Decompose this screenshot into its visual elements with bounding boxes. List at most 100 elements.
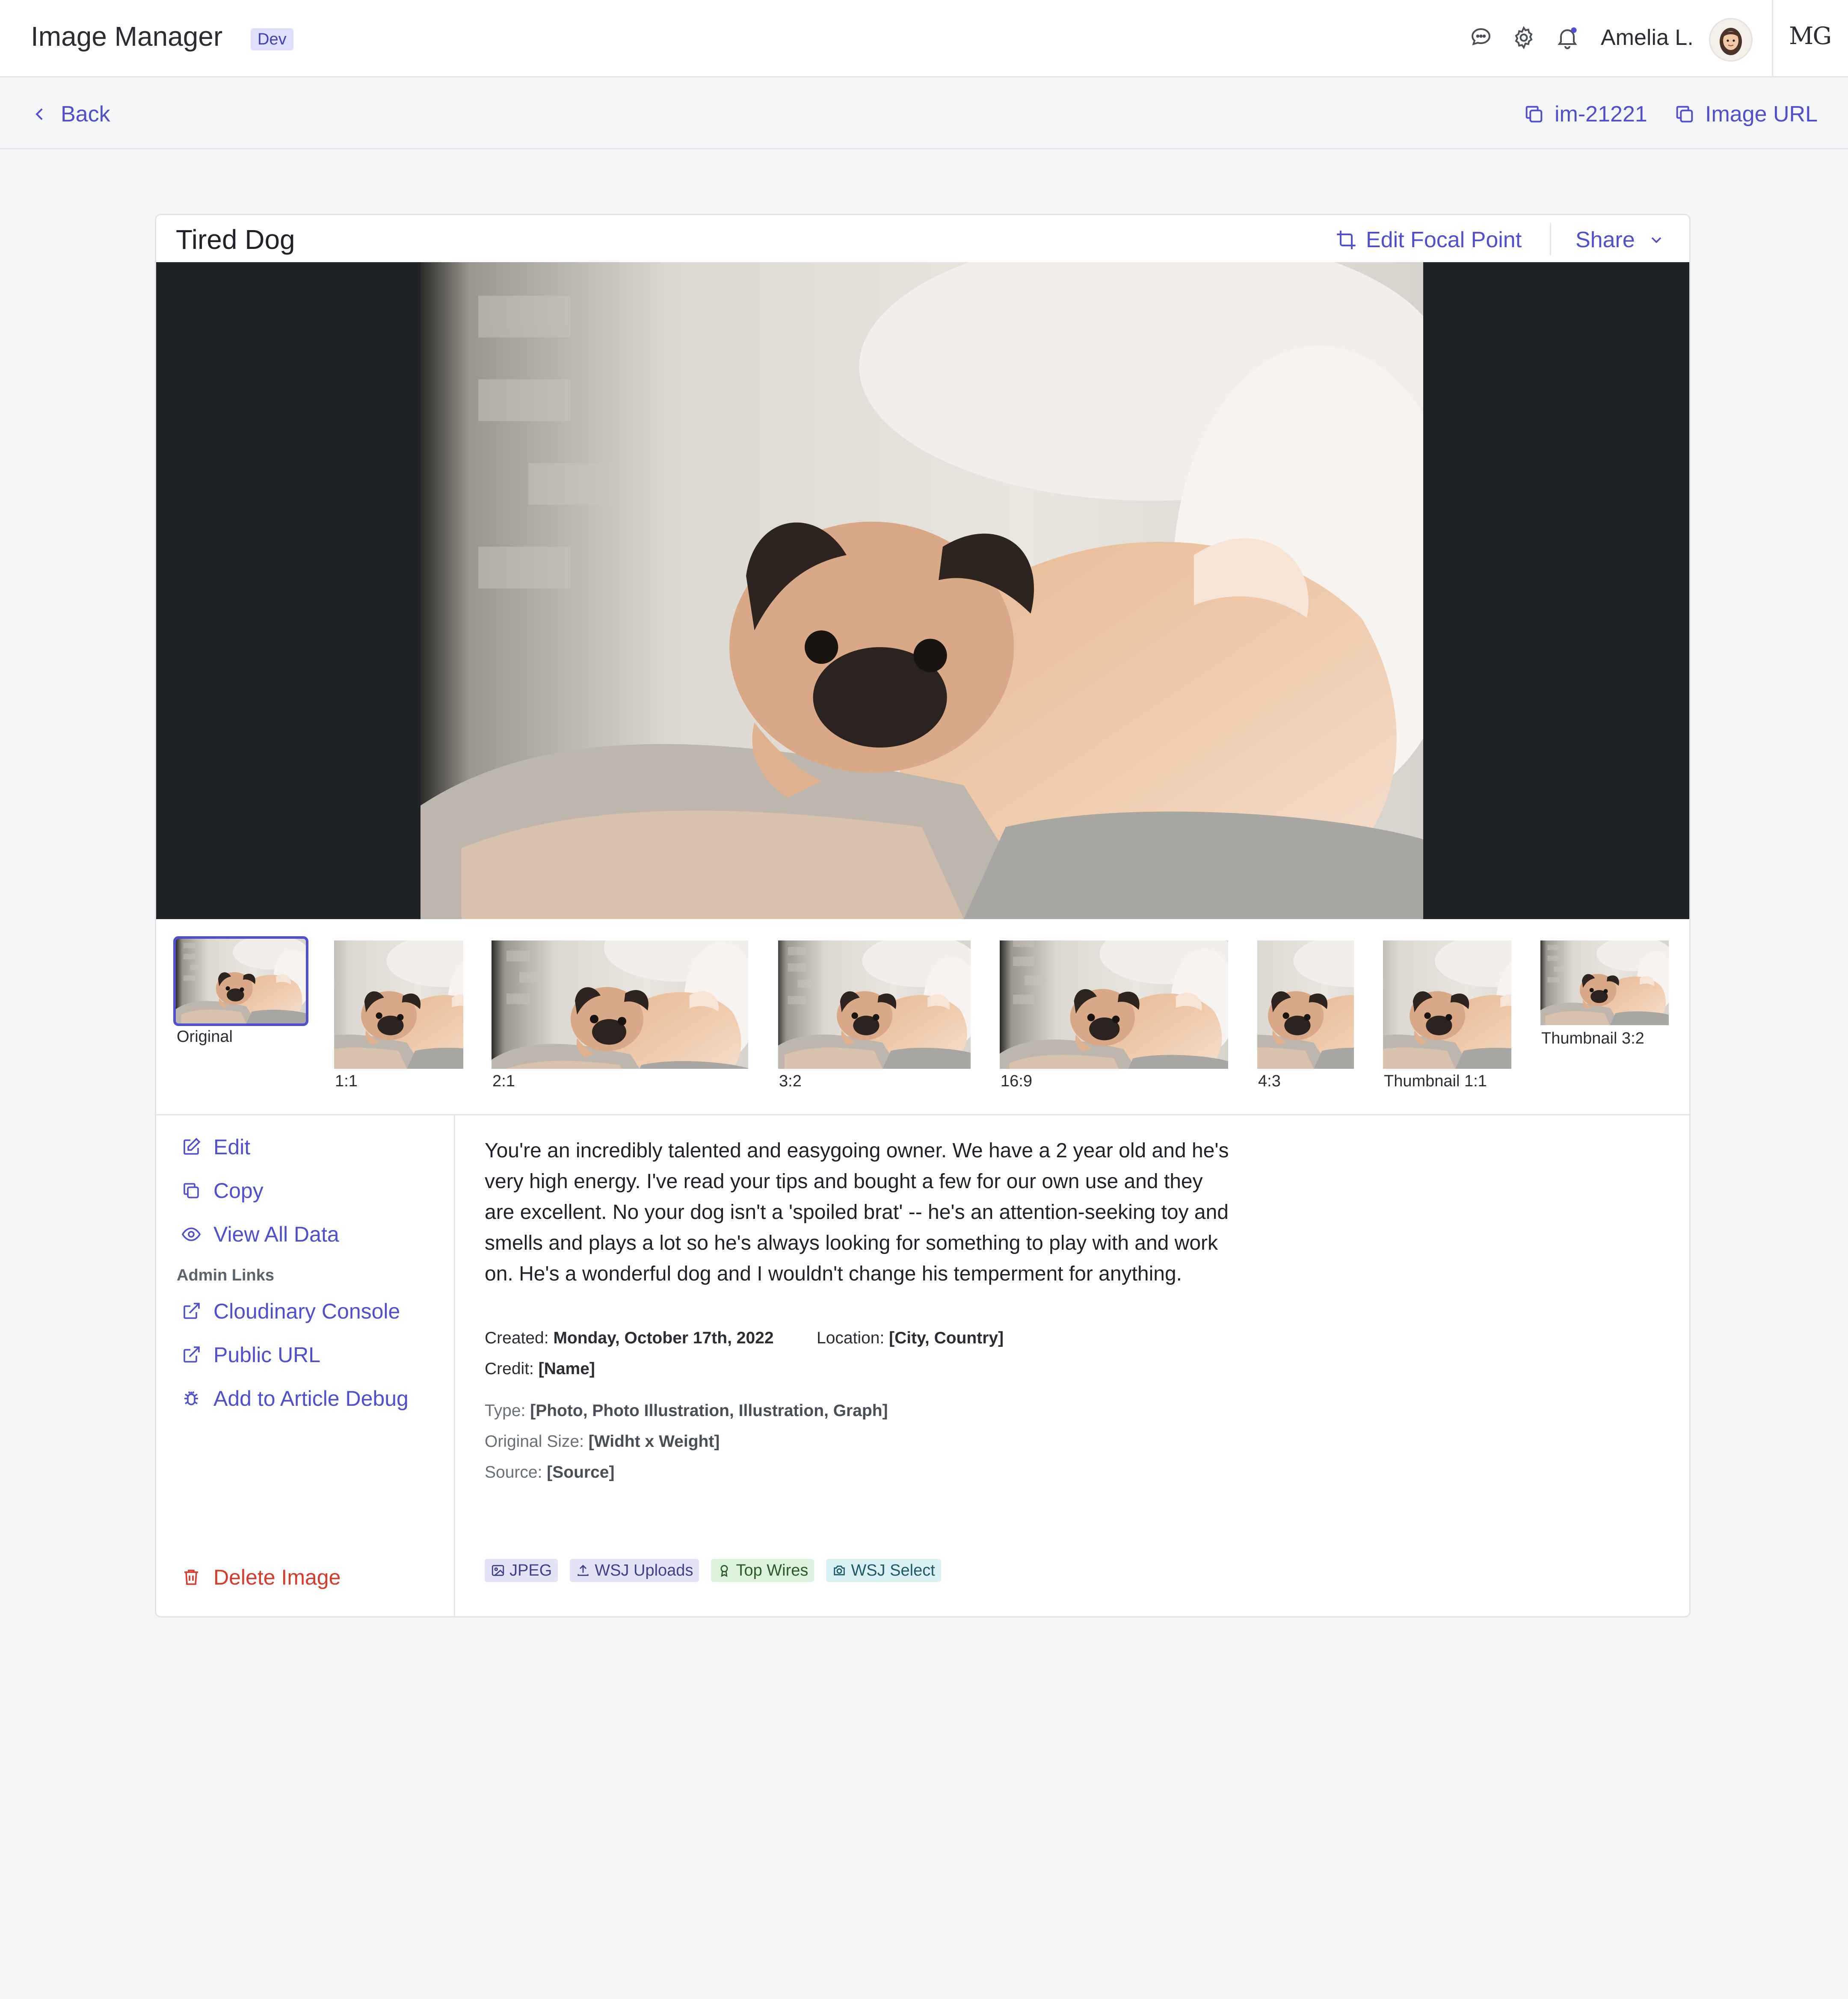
chevron-left-icon: [36, 108, 43, 120]
trash-icon: [184, 1570, 198, 1585]
crop-label: Thumbnail 3:2: [1541, 1029, 1644, 1047]
source-meta: Source: [Source]: [485, 1463, 614, 1482]
thumbnail-image: [1540, 940, 1669, 1025]
thumbnail-image: [778, 940, 971, 1069]
back-button[interactable]: Back: [31, 101, 110, 127]
crop-label: 4:3: [1258, 1072, 1281, 1090]
original-size-value: [Widht x Weight]: [588, 1432, 720, 1451]
external-link-icon: [184, 1303, 200, 1319]
edit-focal-point-button[interactable]: Edit Focal Point: [1335, 227, 1522, 253]
tag-label: Top Wires: [736, 1561, 808, 1579]
crop-label: 2:1: [492, 1072, 515, 1090]
public-url-label: Public URL: [213, 1343, 321, 1367]
image-id: im-21221: [1555, 102, 1647, 127]
crop-label: Thumbnail 1:1: [1384, 1072, 1487, 1090]
source-label: Source:: [485, 1463, 542, 1482]
copy-image-url-button[interactable]: Image URL: [1673, 101, 1818, 127]
main-image: [421, 262, 1423, 919]
award-icon: [720, 1565, 728, 1577]
header-divider: [1550, 223, 1551, 255]
type-value: [Photo, Photo Illustration, Illustration…: [530, 1402, 888, 1420]
admin-links-heading: Admin Links: [177, 1266, 275, 1284]
share-label: Share: [1576, 228, 1635, 252]
created-label: Created:: [485, 1329, 549, 1347]
credit-value: [Name]: [538, 1360, 595, 1378]
image-detail-card: Tired Dog Edit Focal Point Share Origina…: [155, 214, 1691, 1618]
tag-wsj-uploads: WSJ Uploads: [570, 1559, 699, 1582]
type-meta: Type: [Photo, Photo Illustration, Illust…: [485, 1402, 888, 1420]
gear-icon[interactable]: [1511, 25, 1537, 50]
original-size-label: Original Size:: [485, 1432, 584, 1451]
sub-toolbar: Back im-21221 Image URL: [0, 77, 1848, 149]
edit-button[interactable]: Edit: [181, 1135, 250, 1159]
view-all-data-button[interactable]: View All Data: [181, 1222, 339, 1247]
original-size-meta: Original Size: [Widht x Weight]: [485, 1432, 720, 1451]
image-url-label: Image URL: [1705, 102, 1818, 127]
tag-jpeg: JPEG: [485, 1559, 558, 1582]
credit-meta: Credit: [Name]: [485, 1360, 595, 1378]
bell-icon[interactable]: [1555, 25, 1580, 50]
crop-icon: [1337, 231, 1356, 249]
type-label: Type:: [485, 1402, 526, 1420]
app-title: Image Manager: [31, 21, 223, 52]
location-value: [City, Country]: [889, 1329, 1004, 1347]
tag-label: WSJ Uploads: [595, 1561, 693, 1579]
tag-list: JPEG WSJ Uploads Top Wires WSJ Select: [485, 1559, 953, 1582]
thumbnail-image: [492, 940, 748, 1069]
top-bar: Image Manager Dev Amelia L. MG: [0, 0, 1848, 77]
user-name[interactable]: Amelia L.: [1601, 25, 1694, 50]
cloudinary-console-label: Cloudinary Console: [213, 1299, 400, 1323]
crop-label: 1:1: [335, 1072, 358, 1090]
copy-icon: [184, 1183, 199, 1198]
image-icon: [492, 1565, 504, 1576]
image-description: You're an incredibly talented and easygo…: [485, 1139, 1229, 1285]
thumbnail-image: [1000, 940, 1228, 1069]
image-viewer[interactable]: [156, 262, 1689, 919]
location-label: Location:: [817, 1329, 885, 1347]
camera-icon: [834, 1565, 845, 1576]
source-value: [Source]: [547, 1463, 615, 1482]
avatar[interactable]: [1709, 18, 1753, 62]
tag-label: JPEG: [509, 1561, 552, 1579]
brand-logo: MG: [1789, 22, 1832, 50]
chat-icon[interactable]: [1468, 25, 1494, 50]
chevron-down-icon: [1651, 237, 1661, 243]
delete-image-label: Delete Image: [213, 1565, 341, 1589]
view-all-data-label: View All Data: [213, 1222, 339, 1246]
crop-label: 16:9: [1001, 1072, 1032, 1090]
crop-label: Original: [177, 1028, 233, 1046]
share-dropdown[interactable]: Share: [1576, 227, 1665, 253]
location-meta: Location: [City, Country]: [817, 1329, 1004, 1348]
thumbnail-image: [334, 940, 463, 1069]
upload-icon: [578, 1564, 589, 1576]
actions-sidebar: Edit Copy View All Data Admin Links Clou…: [156, 1114, 455, 1616]
back-label: Back: [61, 102, 110, 127]
external-link-icon: [184, 1346, 200, 1363]
env-badge: Dev: [251, 28, 293, 50]
credit-label: Credit:: [485, 1360, 534, 1378]
copy-image-id-button[interactable]: im-21221: [1523, 101, 1647, 127]
add-to-article-debug-label: Add to Article Debug: [213, 1387, 409, 1411]
copy-icon: [1676, 106, 1693, 123]
cloudinary-console-link[interactable]: Cloudinary Console: [181, 1299, 400, 1324]
delete-image-button[interactable]: Delete Image: [181, 1565, 341, 1590]
created-value: Monday, October 17th, 2022: [553, 1329, 774, 1347]
thumbnail-image: [1383, 940, 1511, 1069]
eye-icon: [181, 1227, 201, 1241]
tag-label: WSJ Select: [851, 1561, 935, 1579]
thumbnail-image: [1257, 940, 1354, 1069]
image-title: Tired Dog: [176, 224, 295, 255]
header-divider: [1772, 0, 1773, 76]
tag-top-wires: Top Wires: [711, 1559, 814, 1582]
edit-icon: [184, 1138, 201, 1155]
tag-wsj-select: WSJ Select: [826, 1559, 941, 1582]
edit-focal-point-label: Edit Focal Point: [1366, 228, 1522, 252]
copy-button[interactable]: Copy: [181, 1178, 264, 1203]
public-url-link[interactable]: Public URL: [181, 1343, 320, 1367]
thumbnail-image: [173, 936, 308, 1026]
copy-icon: [1525, 106, 1543, 123]
created-meta: Created: Monday, October 17th, 2022: [485, 1329, 774, 1348]
crop-label: 3:2: [779, 1072, 802, 1090]
copy-label: Copy: [213, 1179, 264, 1203]
add-to-article-debug-button[interactable]: Add to Article Debug: [181, 1386, 409, 1411]
